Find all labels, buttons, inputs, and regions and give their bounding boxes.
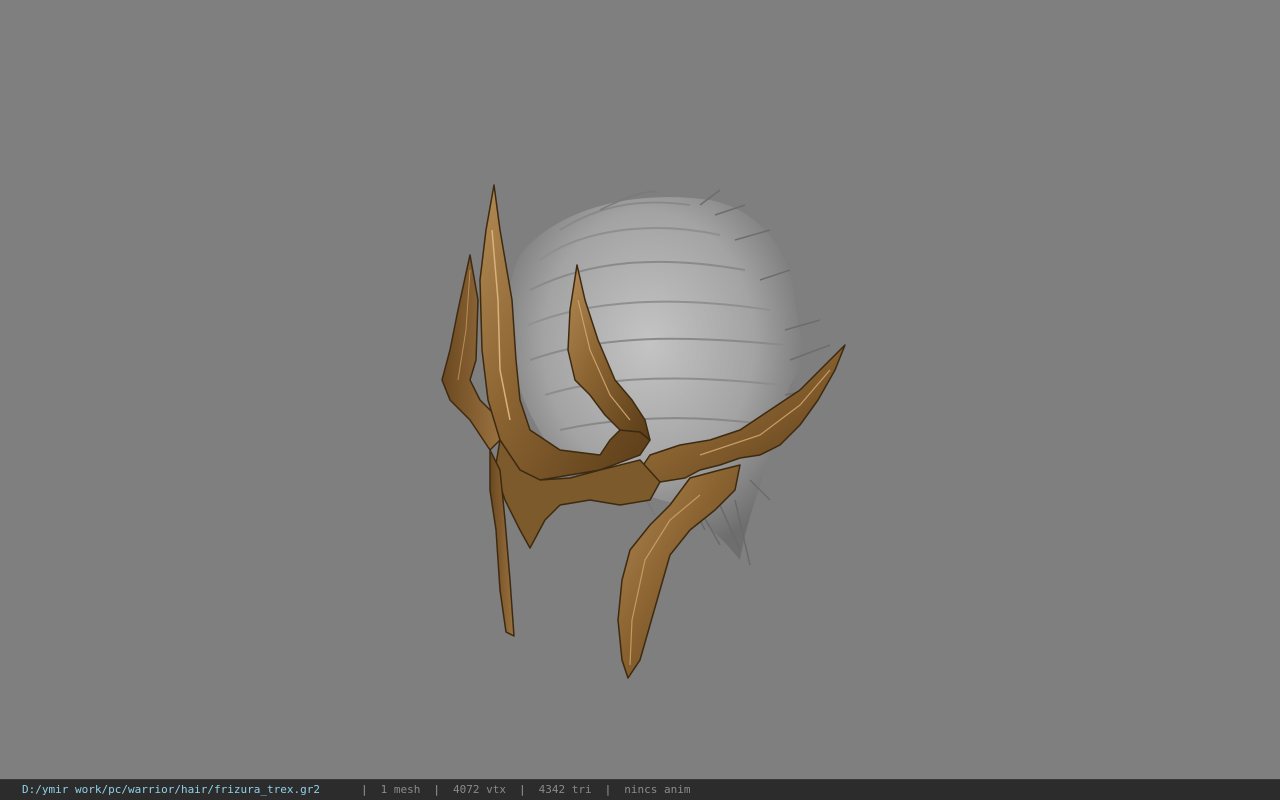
separator: | — [518, 783, 526, 796]
separator: | — [604, 783, 612, 796]
vertex-count: 4072 vtx — [453, 783, 506, 796]
anim-status: nincs anim — [624, 783, 691, 796]
file-path: D:/ymir work/pc/warrior/hair/frizura_tre… — [22, 783, 321, 796]
status-bar: D:/ymir work/pc/warrior/hair/frizura_tre… — [0, 779, 1280, 800]
separator: | — [433, 783, 440, 796]
model-render[interactable] — [0, 0, 1280, 779]
triangle-count: 4342 tri — [538, 783, 592, 796]
model-stats: | 1 mesh | 4072 vtx | 4342 tri | nincs anim — [361, 780, 690, 800]
mesh-count: 1 mesh — [380, 783, 421, 796]
3d-viewport[interactable] — [0, 0, 1280, 779]
separator: | — [361, 783, 368, 796]
